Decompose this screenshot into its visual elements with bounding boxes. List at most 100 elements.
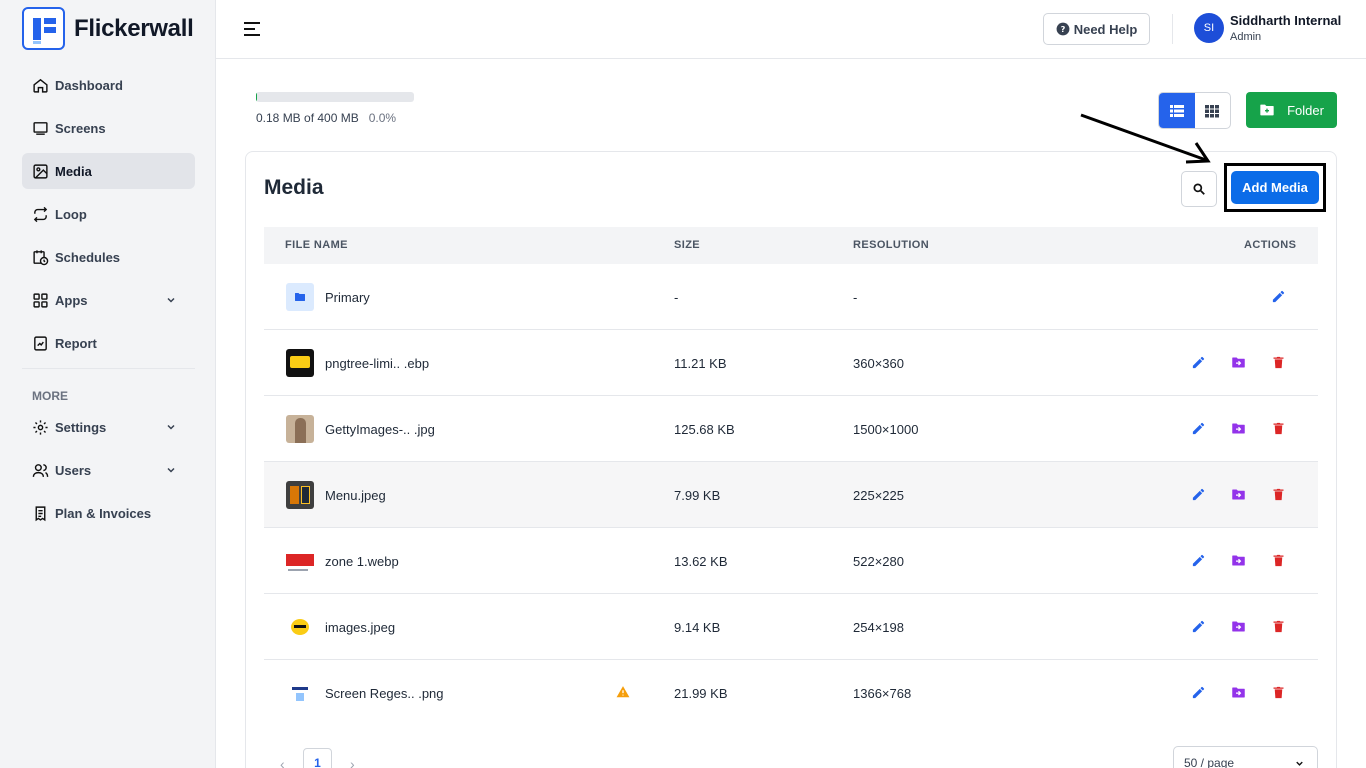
storage-used-text: 0.18 MB of 400 MB <box>256 111 359 125</box>
page-number-button[interactable]: 1 <box>303 748 332 768</box>
edit-button[interactable] <box>1190 486 1207 503</box>
next-page-button[interactable]: › <box>350 756 355 768</box>
app-logo[interactable]: Flickerwall <box>22 7 194 50</box>
table-row[interactable]: images.jpeg 9.14 KB 254×198 <box>264 594 1318 660</box>
sidebar-item-schedules[interactable]: Schedules <box>22 239 195 275</box>
sidebar-item-plan-invoices[interactable]: Plan & Invoices <box>22 495 195 531</box>
sidebar-item-loop[interactable]: Loop <box>22 196 195 232</box>
folder-move-icon <box>1232 555 1245 566</box>
file-resolution: - <box>853 290 858 305</box>
avatar[interactable]: SI <box>1194 13 1224 43</box>
storage-usage: 0.18 MB of 400 MB 0.0% <box>256 111 396 125</box>
edit-button[interactable] <box>1190 552 1207 569</box>
sidebar-item-apps[interactable]: Apps <box>22 282 195 318</box>
sidebar-section-more: MORE <box>32 389 68 403</box>
table-row[interactable]: zone 1.webp 13.62 KB 522×280 <box>264 528 1318 594</box>
logo-icon <box>22 7 65 50</box>
file-name[interactable]: zone 1.webp <box>325 554 399 569</box>
search-button[interactable] <box>1181 171 1217 207</box>
sidebar-item-report[interactable]: Report <box>22 325 195 361</box>
file-name[interactable]: Primary <box>325 290 370 305</box>
sidebar-item-label: Schedules <box>55 249 121 265</box>
new-folder-button[interactable]: Folder <box>1246 92 1337 128</box>
column-header-resolution[interactable]: RESOLUTION <box>853 239 929 251</box>
menu-toggle-icon[interactable] <box>243 20 261 38</box>
sidebar-item-screens[interactable]: Screens <box>22 110 195 146</box>
pencil-icon <box>1192 488 1205 501</box>
move-button[interactable] <box>1230 684 1247 701</box>
edit-button[interactable] <box>1190 618 1207 635</box>
sidebar-item-dashboard[interactable]: Dashboard <box>22 67 195 103</box>
sidebar-item-users[interactable]: Users <box>22 452 195 488</box>
edit-button[interactable] <box>1190 354 1207 371</box>
column-header-size[interactable]: SIZE <box>674 239 700 251</box>
folder-button-label: Folder <box>1287 102 1324 118</box>
pencil-icon <box>1192 356 1205 369</box>
folder-move-icon <box>1232 423 1245 434</box>
file-size: - <box>674 290 679 305</box>
file-thumbnail <box>286 547 314 575</box>
sidebar-divider <box>22 368 195 369</box>
storage-progress-bar <box>256 92 414 102</box>
file-size: 21.99 KB <box>674 686 728 701</box>
storage-progress-fill <box>256 92 257 102</box>
need-help-button[interactable]: ? Need Help <box>1043 13 1150 45</box>
file-name[interactable]: GettyImages-.. .jpg <box>325 422 435 437</box>
table-row[interactable]: pngtree-limi.. .ebp 11.21 KB 360×360 <box>264 330 1318 396</box>
need-help-label: Need Help <box>1073 21 1138 37</box>
table-row[interactable]: Screen Reges.. .png 21.99 KB 1366×768 <box>264 660 1318 726</box>
edit-button[interactable] <box>1190 420 1207 437</box>
sidebar-item-settings[interactable]: Settings <box>22 409 195 445</box>
gear-icon <box>33 419 48 435</box>
column-header-actions: ACTIONS <box>1244 239 1297 251</box>
file-name[interactable]: images.jpeg <box>325 620 395 635</box>
delete-button[interactable] <box>1270 552 1287 569</box>
chevron-down-icon <box>167 297 175 303</box>
sidebar-item-label: Report <box>55 335 97 351</box>
file-resolution: 1500×1000 <box>853 422 919 437</box>
image-icon <box>33 163 48 179</box>
file-size: 11.21 KB <box>674 356 727 371</box>
move-button[interactable] <box>1230 354 1247 371</box>
delete-button[interactable] <box>1270 420 1287 437</box>
column-header-file-name[interactable]: FILE NAME <box>285 239 348 251</box>
delete-button[interactable] <box>1270 486 1287 503</box>
delete-button[interactable] <box>1270 684 1287 701</box>
previous-page-button[interactable]: ‹ <box>280 756 285 768</box>
file-resolution: 1366×768 <box>853 686 912 701</box>
table-row[interactable]: Menu.jpeg 7.99 KB 225×225 <box>264 462 1318 528</box>
file-thumbnail <box>286 349 314 377</box>
table-row[interactable]: Primary - - <box>264 264 1318 330</box>
sidebar-item-media[interactable]: Media <box>22 153 195 189</box>
top-bar: ? Need Help SI Siddharth Internal Admin <box>216 0 1366 59</box>
user-name[interactable]: Siddharth Internal <box>1230 13 1341 28</box>
page-size-select[interactable]: 50 / page <box>1173 746 1318 768</box>
table-row[interactable]: GettyImages-.. .jpg 125.68 KB 1500×1000 <box>264 396 1318 462</box>
delete-button[interactable] <box>1270 618 1287 635</box>
delete-button[interactable] <box>1270 354 1287 371</box>
users-icon <box>32 463 49 477</box>
file-name[interactable]: Menu.jpeg <box>325 488 386 503</box>
file-thumbnail <box>286 415 314 443</box>
help-circle-icon: ? <box>1056 22 1070 36</box>
sidebar-item-label: Screens <box>55 120 106 136</box>
move-button[interactable] <box>1230 618 1247 635</box>
chevron-down-icon <box>167 424 175 430</box>
calendar-clock-icon <box>33 249 49 265</box>
move-button[interactable] <box>1230 486 1247 503</box>
home-icon <box>33 78 48 93</box>
edit-button[interactable] <box>1270 288 1287 305</box>
warning-icon[interactable] <box>616 685 630 699</box>
file-name[interactable]: pngtree-limi.. .ebp <box>325 356 429 371</box>
trash-icon <box>1273 488 1284 501</box>
file-name[interactable]: Screen Reges.. .png <box>325 686 444 701</box>
sidebar-item-label: Dashboard <box>55 77 123 93</box>
folder-move-icon <box>1232 621 1245 632</box>
pencil-icon <box>1192 422 1205 435</box>
edit-button[interactable] <box>1190 684 1207 701</box>
add-media-button[interactable]: Add Media <box>1231 171 1319 204</box>
sidebar-item-label: Users <box>55 462 92 478</box>
move-button[interactable] <box>1230 420 1247 437</box>
move-button[interactable] <box>1230 552 1247 569</box>
file-size: 7.99 KB <box>674 488 721 503</box>
